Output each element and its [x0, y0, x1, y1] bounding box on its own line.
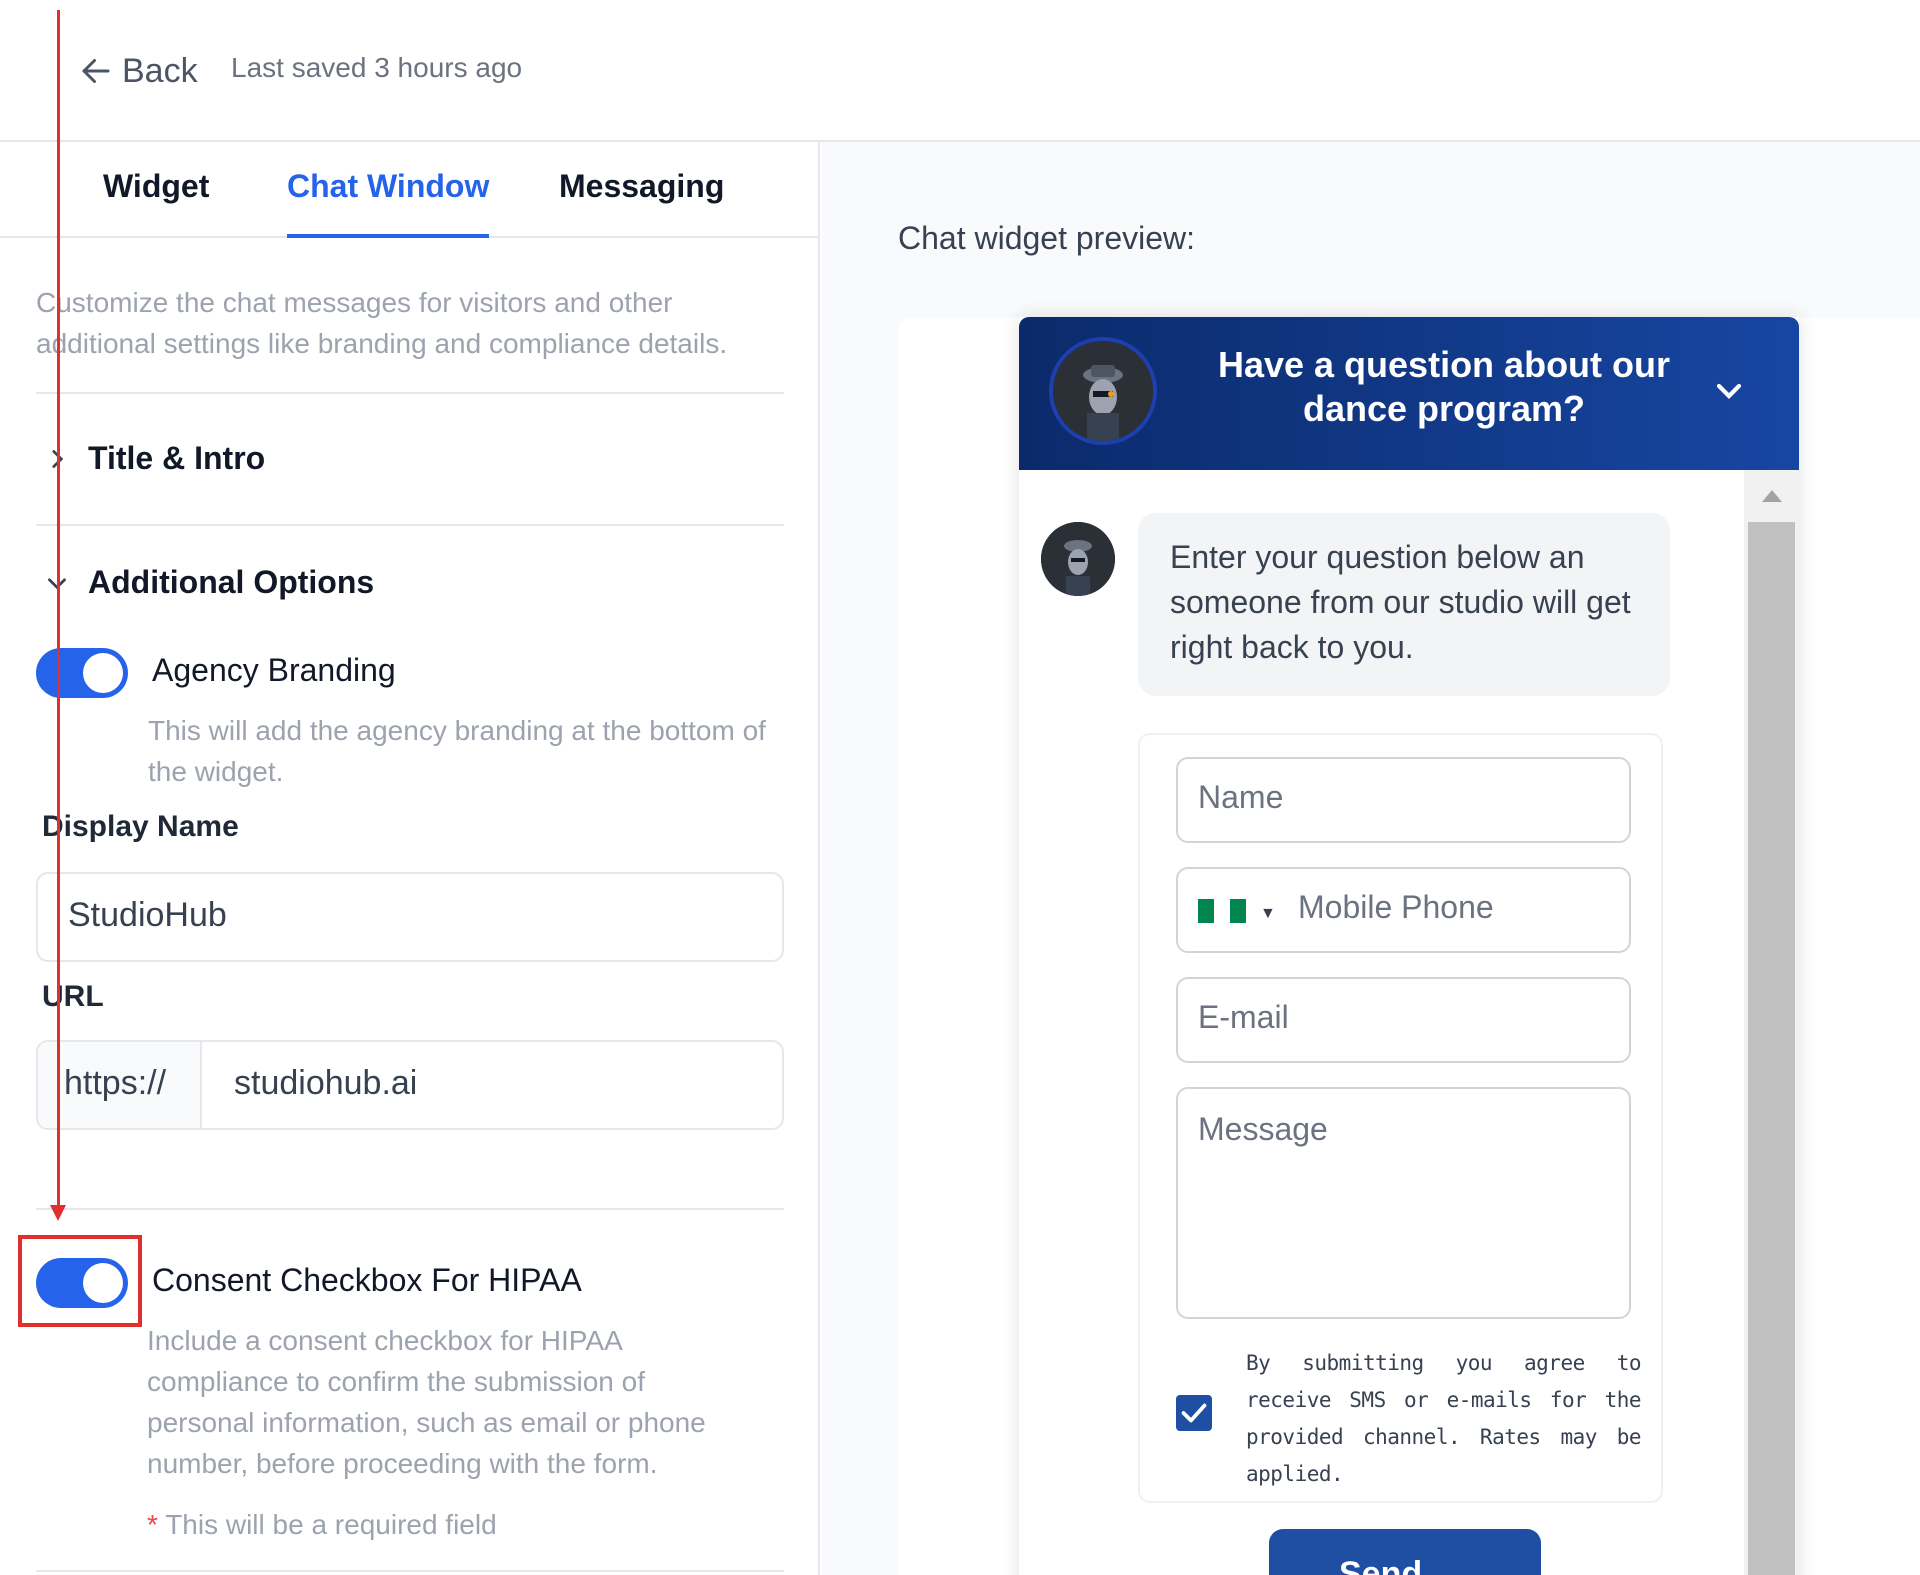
send-label: Send — [1339, 1555, 1423, 1575]
tab-chat-window[interactable]: Chat Window — [287, 168, 490, 238]
back-label: Back — [122, 51, 198, 90]
page: Back Last saved 3 hours ago Widget Chat … — [0, 0, 1920, 1575]
annotation-arrow-line — [57, 10, 60, 1205]
required-field-text: This will be a required field — [165, 1509, 497, 1540]
mobile-phone-placeholder: Mobile Phone — [1298, 889, 1494, 925]
section-title-intro[interactable]: Title & Intro — [44, 440, 265, 477]
consent-text: By submitting you agree to receive SMS o… — [1246, 1351, 1642, 1486]
avatar — [1049, 337, 1157, 445]
chat-header-title: Have a question about our dance program? — [1217, 344, 1671, 429]
message-textarea[interactable]: Message — [1176, 1087, 1631, 1319]
divider — [36, 392, 784, 394]
divider — [36, 1208, 784, 1210]
url-label: URL — [42, 980, 104, 1013]
check-icon — [1181, 1403, 1207, 1423]
mobile-phone-input[interactable]: ▼ Mobile Phone — [1176, 867, 1631, 953]
email-input[interactable]: E-mail — [1176, 977, 1631, 1063]
required-asterisk: * — [147, 1509, 158, 1540]
bot-message-bubble: Enter your question below an someone fro… — [1138, 513, 1670, 696]
tab-messaging[interactable]: Messaging — [559, 168, 724, 238]
consent-checkbox[interactable] — [1176, 1395, 1212, 1431]
toggle-knob — [83, 653, 123, 693]
arrow-left-icon — [82, 59, 110, 83]
top-bar: Back Last saved 3 hours ago — [0, 0, 1920, 142]
annotation-highlight-box — [18, 1235, 142, 1327]
flag-icon[interactable] — [1198, 899, 1246, 923]
preview-label: Chat widget preview: — [898, 220, 1196, 256]
section-additional-options[interactable]: Additional Options — [44, 564, 374, 601]
section-additional-options-label: Additional Options — [88, 564, 375, 600]
section-title-intro-label: Title & Intro — [88, 440, 266, 476]
back-button[interactable]: Back — [78, 48, 198, 94]
preview-panel: Chat widget preview: Have a question abo… — [822, 142, 1920, 1575]
chat-header: Have a question about our dance program? — [1019, 317, 1799, 470]
url-prefix: https:// — [38, 1042, 202, 1128]
annotation-arrowhead — [50, 1205, 66, 1221]
chat-widget-preview: Have a question about our dance program?… — [1019, 317, 1799, 1575]
agency-branding-label: Agency Branding — [152, 652, 396, 688]
url-value: studiohub.ai — [234, 1064, 418, 1102]
bot-avatar — [1041, 522, 1115, 596]
contact-form: Name ▼ Mobile Phone E-mail Message By su… — [1138, 733, 1663, 1503]
chevron-down-icon[interactable] — [1709, 371, 1749, 411]
url-prefix-text: https:// — [64, 1064, 167, 1102]
message-placeholder: Message — [1198, 1111, 1328, 1147]
display-name-input[interactable]: StudioHub — [36, 872, 784, 962]
scroll-up-icon[interactable] — [1760, 486, 1784, 506]
name-input[interactable]: Name — [1176, 757, 1631, 843]
email-placeholder: E-mail — [1198, 999, 1289, 1035]
last-saved-status: Last saved 3 hours ago — [231, 52, 523, 83]
avatar-icon — [1041, 522, 1115, 596]
send-button[interactable]: Send — [1269, 1529, 1541, 1575]
divider — [36, 1570, 784, 1572]
scrollbar[interactable] — [1744, 470, 1799, 1575]
display-name-value: StudioHub — [68, 896, 227, 934]
name-placeholder: Name — [1198, 779, 1284, 815]
intro-text: Customize the chat messages for visitors… — [36, 287, 728, 359]
caret-down-icon[interactable]: ▼ — [1260, 905, 1276, 923]
divider — [36, 524, 784, 526]
tab-bar: Widget Chat Window Messaging — [0, 142, 818, 238]
tab-widget[interactable]: Widget — [103, 168, 209, 238]
hipaa-consent-label: Consent Checkbox For HIPAA — [152, 1262, 582, 1298]
hipaa-consent-description: Include a consent checkbox for HIPAA com… — [147, 1325, 706, 1479]
avatar-icon — [1053, 341, 1153, 441]
settings-panel: Widget Chat Window Messaging Customize t… — [0, 142, 820, 1575]
required-field-note: * This will be a required field — [147, 1509, 497, 1541]
scroll-thumb[interactable] — [1748, 522, 1795, 1575]
display-name-label: Display Name — [42, 810, 239, 843]
agency-branding-toggle[interactable] — [36, 648, 128, 698]
url-input[interactable]: https:// studiohub.ai — [36, 1040, 784, 1130]
agency-branding-description: This will add the agency branding at the… — [148, 715, 766, 787]
